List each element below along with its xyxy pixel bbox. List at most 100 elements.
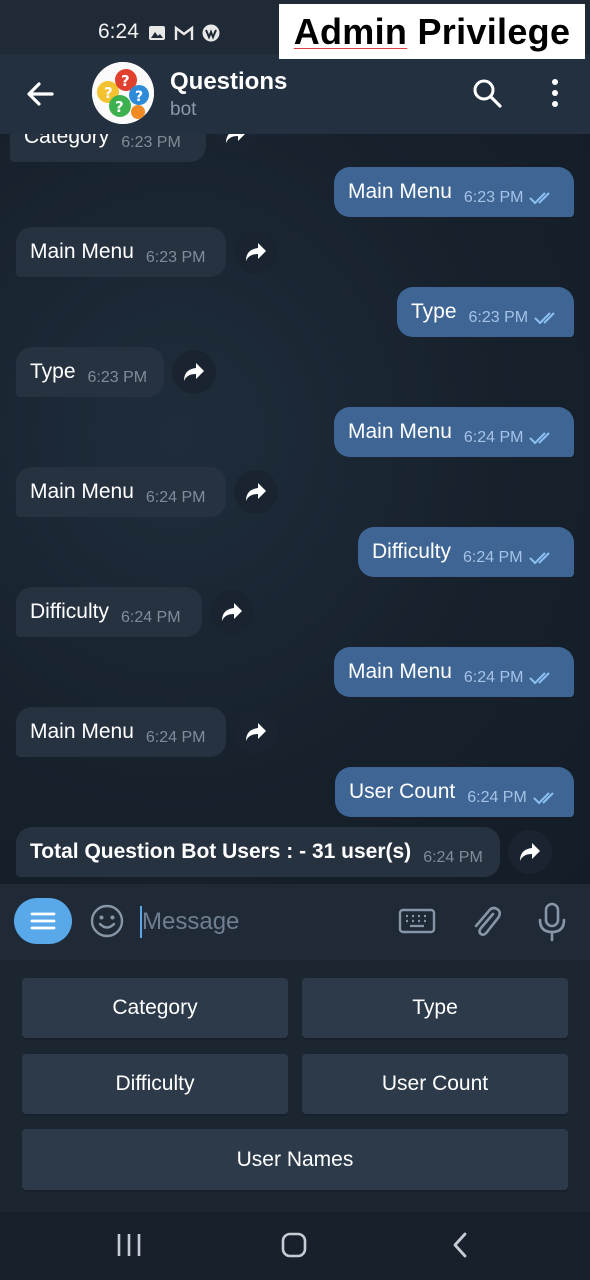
keyboard-button-user-count[interactable]: User Count	[302, 1054, 568, 1114]
svg-text:?: ?	[115, 98, 124, 116]
share-arrow-icon	[520, 843, 540, 861]
share-button[interactable]	[508, 830, 552, 874]
voice-message-button[interactable]	[536, 902, 568, 947]
banner-word-privilege: Privilege	[417, 10, 571, 52]
message-text: Type	[30, 360, 76, 383]
message-text: Difficulty	[372, 540, 451, 563]
back-button[interactable]	[22, 76, 58, 112]
bot-menu-button[interactable]	[14, 898, 72, 944]
message-outgoing[interactable]: User Count 6:24 PM	[335, 767, 574, 817]
message-text: Main Menu	[348, 420, 452, 443]
message-incoming-partial[interactable]: Category 6:23 PM	[10, 134, 206, 162]
double-check-icon	[529, 672, 551, 685]
message-time: 6:24 PM	[467, 789, 527, 806]
message-time: 6:24 PM	[120, 609, 181, 626]
bot-avatar[interactable]: ? ? ? ?	[92, 62, 154, 124]
arrow-left-icon	[27, 82, 54, 106]
message-time: 6:24 PM	[145, 729, 206, 746]
share-arrow-icon	[246, 723, 266, 741]
message-text: Main Menu	[348, 660, 452, 683]
message-text: Category	[24, 134, 110, 148]
message-time: 6:24 PM	[145, 489, 206, 506]
microphone-icon	[538, 902, 566, 942]
share-button[interactable]	[234, 230, 278, 274]
message-outgoing[interactable]: Main Menu 6:23 PM	[334, 167, 574, 217]
message-text: Main Menu	[348, 180, 452, 203]
message-text: Difficulty	[30, 600, 109, 623]
home-button[interactable]	[278, 1230, 310, 1265]
menu-lines-icon	[30, 912, 56, 930]
share-button[interactable]	[210, 590, 254, 634]
home-icon	[281, 1232, 307, 1258]
banner-word-admin: Admin	[293, 10, 408, 52]
share-button[interactable]	[214, 134, 258, 156]
message-outgoing[interactable]: Main Menu 6:24 PM	[334, 407, 574, 457]
message-text: User Count	[349, 780, 456, 803]
message-time: 6:23 PM	[468, 309, 529, 326]
message-incoming[interactable]: Main Menu 6:24 PM	[16, 707, 226, 757]
svg-text:?: ?	[135, 89, 143, 105]
message-time: 6:23 PM	[463, 189, 524, 206]
message-text: Type	[411, 300, 457, 323]
keyboard-icon	[398, 908, 436, 934]
message-time: 6:24 PM	[462, 549, 523, 566]
double-check-icon	[533, 792, 554, 805]
svg-text:?: ?	[121, 72, 130, 90]
search-icon	[473, 79, 502, 108]
app-notification-icon	[202, 24, 220, 47]
message-incoming[interactable]: Difficulty 6:24 PM	[16, 587, 202, 637]
more-vertical-icon	[552, 79, 558, 107]
message-incoming[interactable]: Main Menu 6:23 PM	[16, 227, 226, 277]
share-arrow-icon	[184, 363, 204, 381]
message-incoming[interactable]: Type 6:23 PM	[16, 347, 164, 397]
smiley-icon	[90, 904, 124, 938]
share-arrow-icon	[226, 134, 245, 143]
message-time: 6:24 PM	[463, 429, 524, 446]
message-outgoing[interactable]: Main Menu 6:24 PM	[334, 647, 574, 697]
chevron-left-icon	[453, 1232, 467, 1258]
message-time: 6:24 PM	[463, 669, 524, 686]
message-text: Total Question Bot Users : - 31 user(s)	[30, 840, 412, 863]
recent-apps-icon	[117, 1234, 141, 1256]
double-check-icon	[528, 552, 550, 565]
message-input[interactable]	[142, 904, 372, 940]
status-time: 6:24	[98, 20, 139, 43]
message-text: Main Menu	[30, 240, 134, 263]
message-text: Main Menu	[30, 480, 134, 503]
double-check-icon	[529, 432, 551, 445]
message-list[interactable]: Category 6:23 PM Main Menu 6:23 PM Main …	[0, 134, 590, 884]
message-time: 6:23 PM	[87, 369, 148, 386]
message-composer	[0, 884, 590, 960]
message-incoming[interactable]: Total Question Bot Users : - 31 user(s) …	[16, 827, 500, 877]
question-marks-avatar-icon: ? ? ? ?	[92, 62, 154, 124]
message-outgoing[interactable]: Type 6:23 PM	[397, 287, 574, 337]
keyboard-button-type[interactable]: Type	[302, 978, 568, 1038]
share-button[interactable]	[234, 710, 278, 754]
keyboard-button-category[interactable]: Category	[22, 978, 288, 1038]
message-incoming[interactable]: Main Menu 6:24 PM	[16, 467, 226, 517]
double-check-icon	[534, 312, 555, 325]
share-button[interactable]	[172, 350, 216, 394]
attach-button[interactable]	[468, 902, 504, 945]
bot-keyboard-button[interactable]	[398, 906, 436, 941]
chat-title[interactable]: Questions	[170, 68, 287, 96]
double-check-icon	[529, 192, 551, 205]
emoji-button[interactable]	[88, 902, 126, 945]
recent-apps-button[interactable]	[112, 1230, 146, 1265]
message-time: 6:23 PM	[145, 249, 206, 266]
chat-header: ? ? ? ? Questions bot	[0, 54, 590, 134]
keyboard-button-difficulty[interactable]: Difficulty	[22, 1054, 288, 1114]
share-button[interactable]	[234, 470, 278, 514]
message-time: 6:23 PM	[121, 134, 181, 151]
system-navigation-bar	[0, 1212, 590, 1280]
admin-privilege-banner: Admin Privilege	[279, 4, 585, 59]
share-arrow-icon	[246, 243, 266, 261]
keyboard-button-user-names[interactable]: User Names	[22, 1129, 568, 1190]
message-outgoing[interactable]: Difficulty 6:24 PM	[358, 527, 574, 577]
system-back-button[interactable]	[446, 1230, 474, 1265]
paperclip-icon	[474, 906, 502, 936]
bot-reply-keyboard: Category Type Difficulty User Count User…	[0, 960, 590, 1212]
search-button[interactable]	[470, 76, 504, 110]
message-text: Main Menu	[30, 720, 134, 743]
more-options-button[interactable]	[540, 76, 570, 110]
